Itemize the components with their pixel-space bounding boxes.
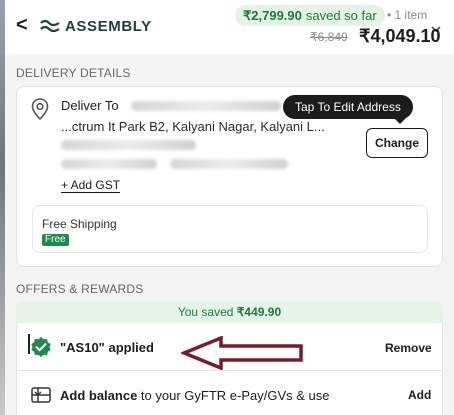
add-balance-description: to your GyFTR e-Pay/GVs & use xyxy=(140,388,330,403)
delivery-section-title: DELIVERY DETAILS xyxy=(16,66,131,80)
brand-logo: ASSEMBLY xyxy=(40,15,152,37)
add-balance-text: Add balance to your GyFTR e-Pay/GVs & us… xyxy=(60,388,329,403)
verified-check-icon xyxy=(31,337,51,357)
delivery-address: ...ctrum It Park B2, Kalyani Nagar, Kaly… xyxy=(61,119,325,134)
coupon-savings-banner: You saved ₹449.90 xyxy=(16,301,443,323)
redacted-name xyxy=(131,101,281,111)
deliver-to-label: Deliver To xyxy=(61,98,119,113)
add-balance-button[interactable]: Add xyxy=(408,388,431,402)
logo-text: ASSEMBLY xyxy=(65,17,152,35)
change-address-button[interactable]: Change xyxy=(366,128,428,158)
savings-pill: ₹2,799.90 saved so far xyxy=(235,5,385,26)
savings-label: saved so far xyxy=(305,8,377,23)
applied-coupon-text: "AS10" applied xyxy=(60,340,154,355)
free-shipping-badge: Free xyxy=(42,234,69,246)
total-price: ₹4,049.10 xyxy=(359,26,441,46)
offers-section-title: OFFERS & REWARDS xyxy=(16,282,144,296)
add-balance-bold: Add balance xyxy=(60,388,138,403)
annotation-arrow-icon xyxy=(181,336,303,370)
item-separator: • xyxy=(387,8,392,22)
shipping-title: Free Shipping xyxy=(42,217,117,231)
redacted-address-line xyxy=(61,140,196,150)
item-count-label: 1 item xyxy=(394,8,428,22)
savings-amount: ₹2,799.90 xyxy=(243,8,302,23)
checkout-sheet: < ASSEMBLY ₹2,799.90 saved so far • 1 it… xyxy=(5,0,454,415)
gift-card-icon xyxy=(31,387,51,403)
coupon-savings-prefix: You saved xyxy=(177,305,234,319)
item-count: • 1 item xyxy=(387,8,427,22)
tooltip-pointer xyxy=(394,118,406,124)
redacted-email xyxy=(170,159,288,169)
edit-address-tooltip: Tap To Edit Address xyxy=(283,95,413,119)
location-pin-icon xyxy=(31,98,49,120)
redacted-phone xyxy=(61,159,157,169)
assembly-wave-icon xyxy=(40,19,60,33)
coupon-savings-amount: ₹449.90 xyxy=(236,305,282,319)
back-button[interactable]: < xyxy=(16,14,32,36)
checkout-header: < ASSEMBLY ₹2,799.90 saved so far • 1 it… xyxy=(5,0,454,54)
original-price: ₹6,849 xyxy=(310,30,348,44)
add-gst-link[interactable]: + Add GST xyxy=(61,178,121,193)
remove-coupon-button[interactable]: Remove xyxy=(385,341,432,355)
